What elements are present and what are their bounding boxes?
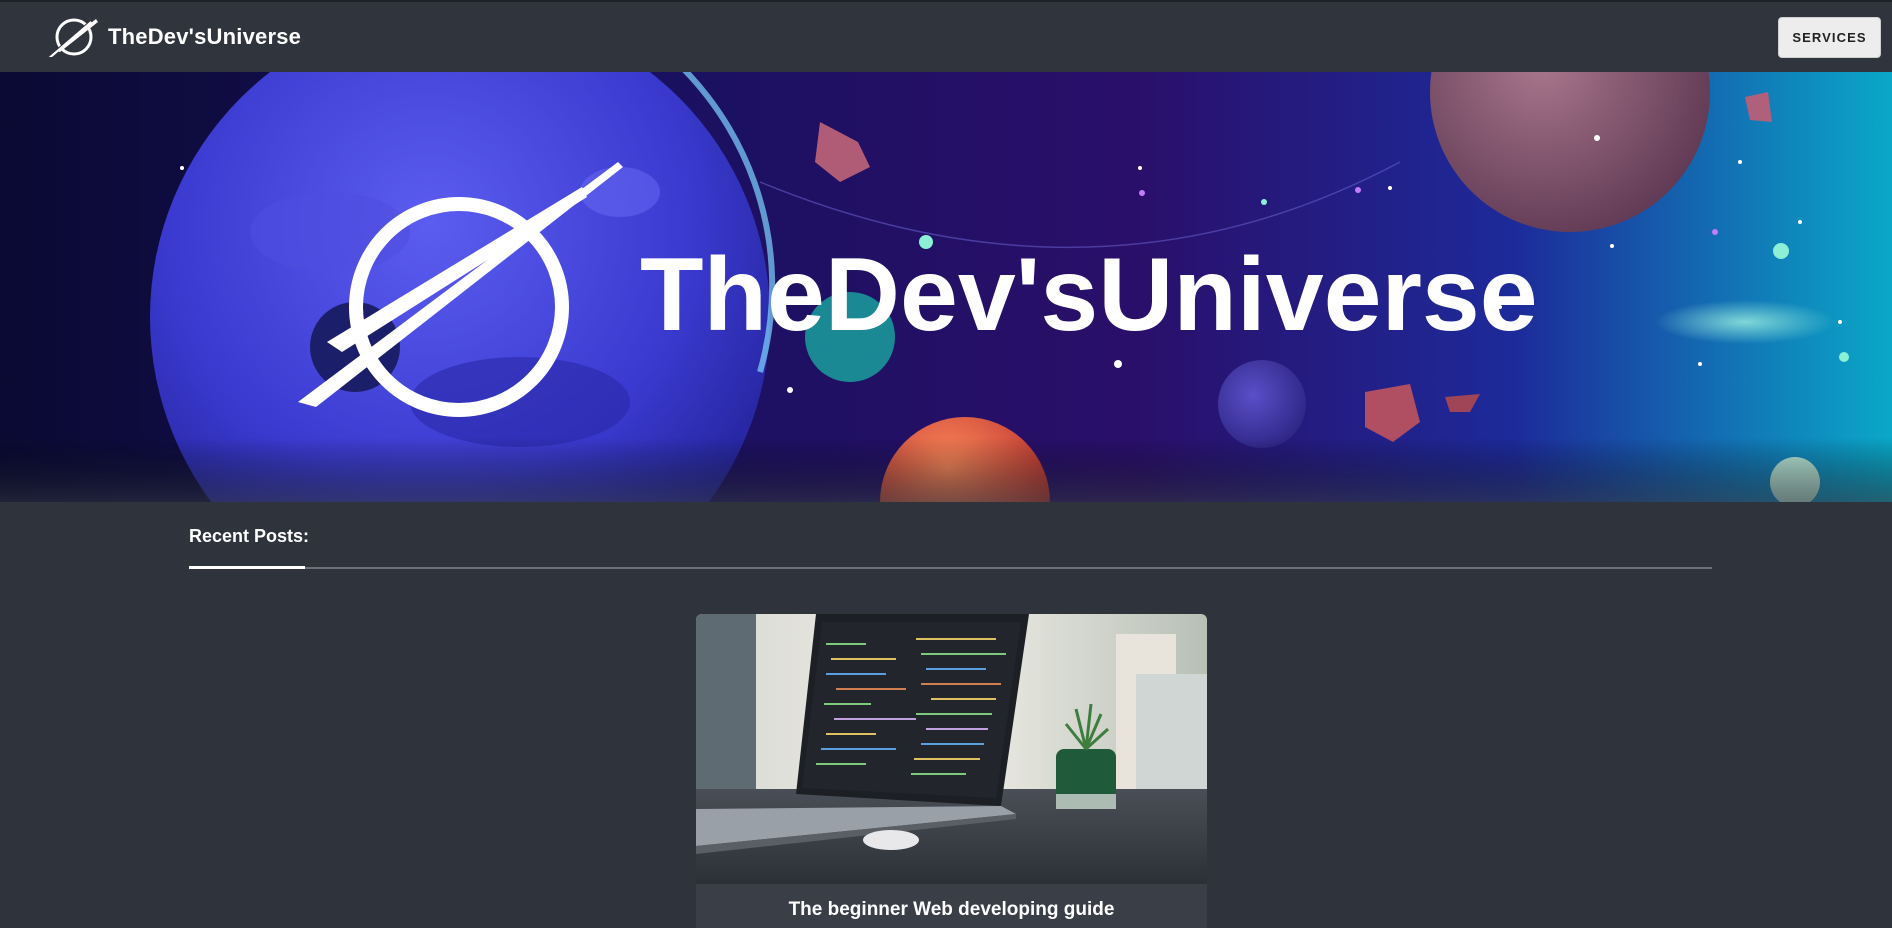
post-title: The beginner Web developing guide xyxy=(788,899,1115,920)
top-navbar: TheDev'sUniverse SERVICES xyxy=(0,0,1892,72)
space-galaxy-illustration: TheDev'sUniverse xyxy=(0,72,1892,502)
brand-name: TheDev'sUniverse xyxy=(108,24,302,49)
laptop-with-code-and-plant-photo xyxy=(696,614,1207,884)
services-button[interactable]: SERVICES xyxy=(1778,16,1881,58)
section-divider-accent xyxy=(189,566,305,569)
recent-posts-section: Recent Posts: xyxy=(189,502,1712,569)
orbit-slash-logo-icon xyxy=(47,18,98,58)
hero-banner: TheDev'sUniverse xyxy=(0,72,1892,502)
section-divider xyxy=(189,566,1712,569)
recent-posts-heading: Recent Posts: xyxy=(189,526,310,546)
post-card[interactable]: The beginner Web developing guide xyxy=(696,614,1207,928)
hero-title: TheDev'sUniverse xyxy=(640,237,1538,353)
brand-home-link[interactable]: TheDev'sUniverse xyxy=(44,13,301,61)
